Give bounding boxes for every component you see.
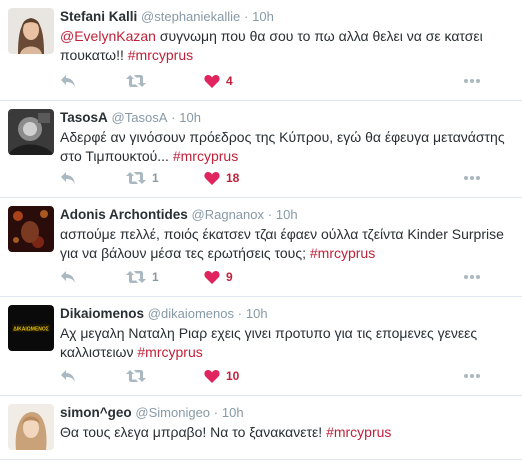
- avatar[interactable]: [8, 206, 54, 252]
- like-button[interactable]: 18: [204, 169, 464, 187]
- retweet-icon: [126, 370, 146, 382]
- retweet-button[interactable]: 1: [126, 268, 204, 286]
- tweet-actions: 1 18: [60, 169, 494, 187]
- heart-icon: [204, 75, 220, 88]
- username[interactable]: @stephaniekallie: [141, 9, 240, 24]
- separator: ·: [267, 207, 273, 222]
- tweet-header: Stefani Kalli @stephaniekallie · 10h: [60, 8, 512, 26]
- tweet-body: ασπούμε πελλέ, ποιός έκατσεν τζαι έφαεν …: [60, 226, 504, 261]
- tweet-header: simon^geo @Simonigeo · 10h: [60, 404, 512, 422]
- fullname[interactable]: TasosA: [60, 110, 108, 125]
- retweet-count: 1: [152, 270, 159, 284]
- retweet-icon: [126, 75, 146, 87]
- retweet-count: 1: [152, 171, 159, 185]
- reply-icon: [61, 172, 75, 184]
- heart-icon: [204, 370, 220, 383]
- more-options-button[interactable]: [464, 367, 494, 385]
- timestamp[interactable]: 10h: [276, 207, 298, 222]
- fullname[interactable]: simon^geo: [60, 405, 132, 420]
- tweet-actions: 10: [60, 367, 494, 385]
- tweet[interactable]: Adonis Archontides @Ragnanox · 10h ασπού…: [0, 198, 522, 297]
- hashtag-link[interactable]: #mrcyprus: [128, 47, 193, 63]
- username[interactable]: @Simonigeo: [135, 405, 210, 420]
- heart-icon: [204, 172, 220, 185]
- reply-button[interactable]: [60, 72, 126, 90]
- retweet-button[interactable]: [126, 72, 204, 90]
- username[interactable]: @Ragnanox: [192, 207, 264, 222]
- retweet-icon: [126, 271, 146, 283]
- username[interactable]: @dikaiomenos: [148, 306, 234, 321]
- tweet-body: Αδερφέ αν γινόσουν πρόεδρος της Κύπρου, …: [60, 129, 505, 164]
- hashtag-link[interactable]: #mrcyprus: [326, 424, 391, 440]
- timestamp[interactable]: 10h: [179, 110, 201, 125]
- tweet-header: TasosA @TasosA · 10h: [60, 109, 512, 127]
- reply-icon: [61, 370, 75, 382]
- tweet-text: Θα τους ελεγα μπραβο! Να το ξανακανετε! …: [60, 423, 512, 442]
- avatar[interactable]: [8, 404, 54, 450]
- avatar[interactable]: [8, 109, 54, 155]
- avatar-logo-text: ΔΙΚΑΙΩΜΕΝΟΣ: [13, 327, 49, 333]
- reply-button[interactable]: [60, 367, 126, 385]
- tweet-text: ασπούμε πελλέ, ποιός έκατσεν τζαι έφαεν …: [60, 225, 512, 263]
- tweet[interactable]: simon^geo @Simonigeo · 10h Θα τους ελεγα…: [0, 396, 522, 460]
- tweet-text: Αδερφέ αν γινόσουν πρόεδρος της Κύπρου, …: [60, 128, 512, 166]
- like-count: 18: [226, 171, 240, 185]
- more-options-button[interactable]: [464, 72, 494, 90]
- timestamp[interactable]: 10h: [246, 306, 268, 321]
- tweet[interactable]: TasosA @TasosA · 10h Αδερφέ αν γινόσουν …: [0, 101, 522, 198]
- fullname[interactable]: Dikaiomenos: [60, 306, 144, 321]
- tweet-body: Θα τους ελεγα μπραβο! Να το ξανακανετε!: [60, 424, 327, 440]
- avatar[interactable]: [8, 8, 54, 54]
- more-icon: [464, 79, 480, 83]
- tweet-text: Αχ μεγαλη Ναταλη Ριαρ εχεις γινει προτυπ…: [60, 324, 512, 362]
- like-button[interactable]: 10: [204, 367, 464, 385]
- more-options-button[interactable]: [464, 169, 494, 187]
- tweet-actions: 4: [60, 72, 494, 90]
- hashtag-link[interactable]: #mrcyprus: [173, 148, 238, 164]
- tweet-header: Dikaiomenos @dikaiomenos · 10h: [60, 305, 512, 323]
- reply-button[interactable]: [60, 268, 126, 286]
- like-button[interactable]: 4: [204, 72, 464, 90]
- username[interactable]: @TasosA: [112, 110, 168, 125]
- retweet-button[interactable]: 1: [126, 169, 204, 187]
- separator: ·: [213, 405, 219, 420]
- reply-icon: [61, 271, 75, 283]
- tweet-actions: 1 9: [60, 268, 494, 286]
- like-count: 9: [226, 270, 233, 284]
- timestamp[interactable]: 10h: [222, 405, 244, 420]
- fullname[interactable]: Adonis Archontides: [60, 207, 188, 222]
- more-icon: [464, 275, 480, 279]
- avatar[interactable]: ΔΙΚΑΙΩΜΕΝΟΣ: [8, 305, 54, 351]
- heart-icon: [204, 271, 220, 284]
- timestamp[interactable]: 10h: [252, 9, 274, 24]
- more-icon: [464, 374, 480, 378]
- like-count: 4: [226, 74, 233, 88]
- retweet-button[interactable]: [126, 367, 204, 385]
- like-count: 10: [226, 369, 240, 383]
- tweet-body: Αχ μεγαλη Ναταλη Ριαρ εχεις γινει προτυπ…: [60, 325, 478, 360]
- hashtag-link[interactable]: #mrcyprus: [137, 344, 202, 360]
- more-options-button[interactable]: [464, 268, 494, 286]
- reply-icon: [61, 75, 75, 87]
- separator: ·: [244, 9, 249, 24]
- separator: ·: [171, 110, 176, 125]
- like-button[interactable]: 9: [204, 268, 464, 286]
- tweet[interactable]: ΔΙΚΑΙΩΜΕΝΟΣ Dikaiomenos @dikaiomenos · 1…: [0, 297, 522, 396]
- mention-link[interactable]: @EvelynKazan: [60, 28, 156, 44]
- tweet[interactable]: Stefani Kalli @stephaniekallie · 10h @Ev…: [0, 0, 522, 101]
- tweet-text: @EvelynKazan συγνωμη που θα σου το πω αλ…: [60, 27, 512, 65]
- separator: ·: [237, 306, 243, 321]
- tweet-timeline: Stefani Kalli @stephaniekallie · 10h @Ev…: [0, 0, 522, 460]
- reply-button[interactable]: [60, 169, 126, 187]
- hashtag-link[interactable]: #mrcyprus: [310, 245, 375, 261]
- more-icon: [464, 176, 480, 180]
- retweet-icon: [126, 172, 146, 184]
- tweet-header: Adonis Archontides @Ragnanox · 10h: [60, 206, 512, 224]
- fullname[interactable]: Stefani Kalli: [60, 9, 137, 24]
